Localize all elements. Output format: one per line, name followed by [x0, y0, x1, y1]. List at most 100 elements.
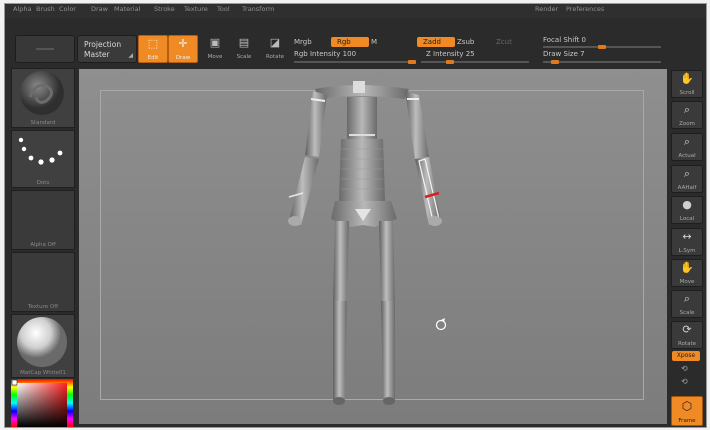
move-label: Move: [207, 54, 223, 60]
draw-size-label: Draw Size 7: [543, 50, 585, 58]
zoom-label: Zoom: [679, 121, 695, 127]
frame-cube-icon: ⬡: [681, 399, 693, 413]
alpha-caption: Alpha Off: [30, 242, 56, 248]
color-swatch-icon: [11, 379, 73, 427]
scroll-label: Scroll: [679, 90, 695, 96]
projection-master-label-1: Projection: [84, 40, 122, 49]
rotate-view-button[interactable]: ⟳ Rotate: [671, 321, 703, 349]
rotation-axis-icon[interactable]: ⟲: [681, 364, 688, 373]
lightbox-bar-icon: [36, 48, 54, 50]
lsym-button[interactable]: ↔ L.Sym: [671, 228, 703, 256]
draw-button[interactable]: ✛ Draw: [168, 35, 198, 63]
mrgb-toggle[interactable]: Mrgb: [294, 38, 312, 46]
move-button[interactable]: ▣ Move: [201, 35, 229, 61]
scale-magnifier-icon: ⌕: [683, 292, 691, 305]
rgb-intensity-slider[interactable]: [294, 61, 416, 63]
local-label: Local: [679, 216, 695, 222]
magnifier-icon: ⌕: [683, 103, 691, 116]
menu-transform[interactable]: Transform: [242, 5, 274, 13]
dots-stroke-icon: [18, 137, 63, 165]
edit-icon: ⬚: [147, 37, 159, 50]
actual-magnifier-icon: ⌕: [683, 135, 691, 148]
scale-label: Scale: [236, 54, 252, 60]
aahalf-button[interactable]: ⌕ AAHalf: [671, 165, 703, 193]
texture-selector[interactable]: Texture Off: [11, 252, 75, 312]
focal-shift-knob[interactable]: [598, 45, 606, 49]
zadd-toggle[interactable]: Zadd: [417, 37, 455, 47]
draw-size-knob[interactable]: [550, 60, 559, 64]
hand-icon: ✋: [680, 72, 694, 85]
rotate-button[interactable]: ◪ Rotate: [261, 35, 289, 61]
edit-label: Edit: [147, 55, 159, 61]
scale-icon: ▤: [238, 36, 250, 49]
move-hand-icon: ✋: [680, 261, 694, 274]
move-icon: ▣: [209, 36, 221, 49]
zsphere-mannequin-model[interactable]: [79, 69, 667, 424]
rotation-axis-2-icon[interactable]: ⟲: [681, 377, 688, 386]
menu-preferences[interactable]: Preferences: [566, 5, 604, 13]
move-view-label: Move: [679, 279, 695, 285]
scale-button[interactable]: ▤ Scale: [230, 35, 258, 61]
corner-arrow-icon: ◢: [128, 52, 133, 59]
z-intensity-label: Z Intensity 25: [426, 50, 475, 58]
alpha-selector[interactable]: Alpha Off: [11, 190, 75, 250]
matcap-sphere-icon: [17, 317, 67, 367]
draw-label: Draw: [175, 55, 191, 61]
aahalf-label: AAHalf: [677, 185, 697, 191]
projection-master-label-2: Master: [84, 50, 110, 59]
focal-shift-label: Focal Shift 0: [543, 36, 586, 44]
zsub-toggle[interactable]: Zsub: [457, 38, 474, 46]
frame-label: Frame: [678, 418, 696, 424]
menu-color[interactable]: Color: [59, 5, 76, 13]
aahalf-magnifier-icon: ⌕: [683, 167, 691, 180]
right-shelf: ✋ Scroll ⌕ Zoom ⌕ Actual ⌕ AAHalf ● Loca…: [667, 66, 706, 427]
move-view-button[interactable]: ✋ Move: [671, 259, 703, 287]
stroke-selector[interactable]: Dots: [11, 130, 75, 188]
xpose-button[interactable]: Xpose: [672, 351, 700, 361]
material-selector[interactable]: MatCap White01: [11, 314, 75, 378]
rgb-toggle[interactable]: Rgb: [331, 37, 369, 47]
m-toggle[interactable]: M: [371, 38, 377, 46]
menu-stroke[interactable]: Stroke: [154, 5, 175, 13]
scale-view-button[interactable]: ⌕ Scale: [671, 290, 703, 318]
top-toolbar: Projection Master ◢ ⬚ Edit ✛ Draw ▣ Move…: [5, 28, 706, 66]
rotate-icon: ⟳: [682, 323, 692, 336]
menu-alpha[interactable]: Alpha: [13, 5, 31, 13]
material-caption: MatCap White01: [20, 370, 66, 376]
lsym-label: L.Sym: [678, 248, 696, 254]
rgb-intensity-knob[interactable]: [408, 60, 416, 64]
symmetry-icon: ↔: [682, 230, 692, 243]
local-spheres-icon: ●: [682, 198, 692, 211]
document-viewport[interactable]: [79, 69, 667, 424]
scale-view-label: Scale: [679, 310, 695, 316]
frame-button[interactable]: ⬡ Frame: [671, 396, 703, 426]
menu-texture[interactable]: Texture: [184, 5, 208, 13]
edit-button[interactable]: ⬚ Edit: [138, 35, 168, 63]
menu-tool[interactable]: Tool: [217, 5, 230, 13]
brush-selector[interactable]: Standard: [11, 68, 75, 128]
zbrush-window: Alpha Brush Color Draw Material Stroke T…: [4, 3, 707, 428]
menu-material[interactable]: Material: [114, 5, 140, 13]
texture-caption: Texture Off: [27, 304, 58, 310]
zoom-button[interactable]: ⌕ Zoom: [671, 101, 703, 129]
brush-caption: Standard: [30, 120, 56, 126]
z-intensity-slider[interactable]: [421, 61, 529, 63]
zcut-toggle[interactable]: Zcut: [496, 38, 512, 46]
rotate-label: Rotate: [265, 54, 284, 60]
draw-size-slider[interactable]: [543, 61, 661, 63]
stroke-caption: Dots: [36, 180, 50, 186]
menu-render[interactable]: Render: [535, 5, 558, 13]
rotate-icon: ◪: [269, 36, 281, 49]
menu-draw[interactable]: Draw: [91, 5, 108, 13]
actual-label: Actual: [678, 153, 696, 159]
scroll-button[interactable]: ✋ Scroll: [671, 70, 703, 98]
local-button[interactable]: ● Local: [671, 196, 703, 224]
color-picker[interactable]: [11, 379, 73, 427]
lightbox-button[interactable]: [15, 35, 75, 63]
menu-bar: Alpha Brush Color Draw Material Stroke T…: [5, 4, 706, 18]
projection-master-button[interactable]: Projection Master ◢: [77, 35, 137, 63]
screenshot-frame: Alpha Brush Color Draw Material Stroke T…: [0, 0, 710, 430]
menu-brush[interactable]: Brush: [36, 5, 55, 13]
z-intensity-knob[interactable]: [446, 60, 454, 64]
actual-button[interactable]: ⌕ Actual: [671, 133, 703, 161]
